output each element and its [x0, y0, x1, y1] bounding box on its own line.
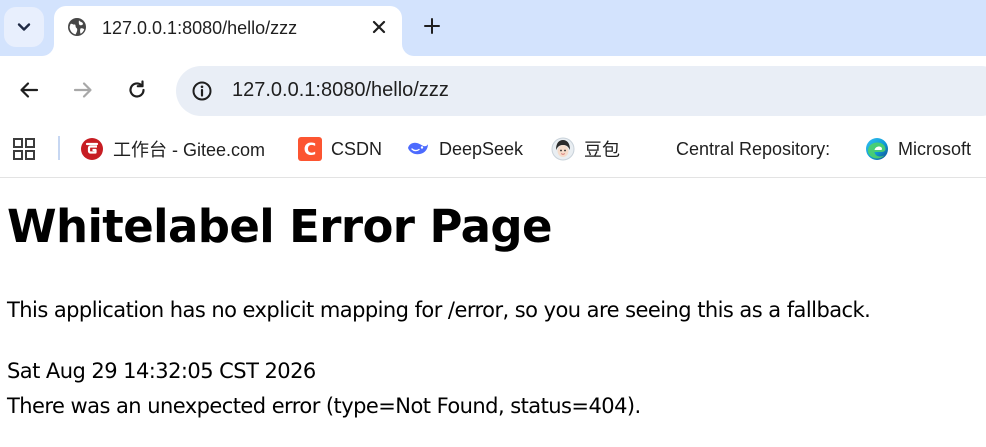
bookmark-label: Microsoft — [898, 138, 972, 159]
site-info-button[interactable] — [190, 79, 214, 103]
info-icon — [192, 81, 212, 101]
error-details: There was an unexpected error (type=Not … — [7, 394, 641, 418]
doubao-avatar-icon — [551, 137, 575, 161]
apps-grid-icon[interactable] — [12, 137, 36, 161]
gitee-icon — [80, 137, 104, 161]
bookmarks-bar: 工作台 - Gitee.com C CSDN DeepSeek 豆包 Centr… — [0, 124, 986, 178]
bookmark-microsoft[interactable]: Microsoft — [865, 134, 971, 164]
deepseek-icon — [406, 137, 430, 161]
csdn-icon: C — [298, 137, 322, 161]
error-timestamp: Sat Aug 29 14:32:05 CST 2026 — [7, 359, 316, 383]
bookmark-gitee[interactable]: 工作台 - Gitee.com — [80, 134, 265, 164]
new-tab-button[interactable] — [418, 12, 446, 40]
active-tab[interactable]: 127.0.0.1:8080/hello/zzz — [54, 6, 402, 56]
error-message: This application has no explicit mapping… — [7, 298, 871, 322]
arrow-right-icon — [73, 82, 92, 98]
tab-strip: 127.0.0.1:8080/hello/zzz — [0, 0, 986, 56]
reload-button[interactable] — [121, 74, 153, 106]
page-content: Whitelabel Error Page This application h… — [0, 178, 986, 447]
svg-text:C: C — [304, 140, 316, 160]
bookmark-label: DeepSeek — [439, 138, 524, 159]
bookmark-label: Central Repository: — [676, 138, 831, 159]
tab-title: 127.0.0.1:8080/hello/zzz — [102, 18, 298, 38]
forward-button[interactable] — [67, 74, 99, 106]
close-icon — [372, 20, 386, 34]
bookmark-label: 豆包 — [584, 140, 620, 160]
arrow-left-icon — [20, 82, 39, 98]
bookmark-csdn[interactable]: C CSDN — [298, 134, 382, 164]
address-text: 127.0.0.1:8080/hello/zzz — [232, 79, 449, 101]
bookmark-label: CSDN — [331, 138, 383, 159]
bookmark-label: 工作台 - Gitee.com — [113, 140, 266, 160]
globe-icon — [68, 18, 86, 36]
chevron-down-icon — [17, 23, 31, 31]
browser-toolbar: 127.0.0.1:8080/hello/zzz — [0, 56, 986, 124]
bookmark-deepseek[interactable]: DeepSeek — [406, 134, 523, 164]
edge-icon — [865, 137, 889, 161]
back-button[interactable] — [13, 74, 45, 106]
tab-search-button[interactable] — [4, 7, 44, 47]
plus-icon — [424, 18, 440, 34]
bookmark-central-repository[interactable]: Central Repository: — [676, 134, 830, 164]
bookmarks-divider — [58, 136, 60, 160]
address-bar[interactable]: 127.0.0.1:8080/hello/zzz — [176, 66, 986, 116]
bookmark-doubao[interactable]: 豆包 — [551, 134, 620, 164]
page-title: Whitelabel Error Page — [7, 200, 553, 253]
close-tab-button[interactable] — [367, 15, 391, 39]
reload-icon — [129, 80, 145, 98]
